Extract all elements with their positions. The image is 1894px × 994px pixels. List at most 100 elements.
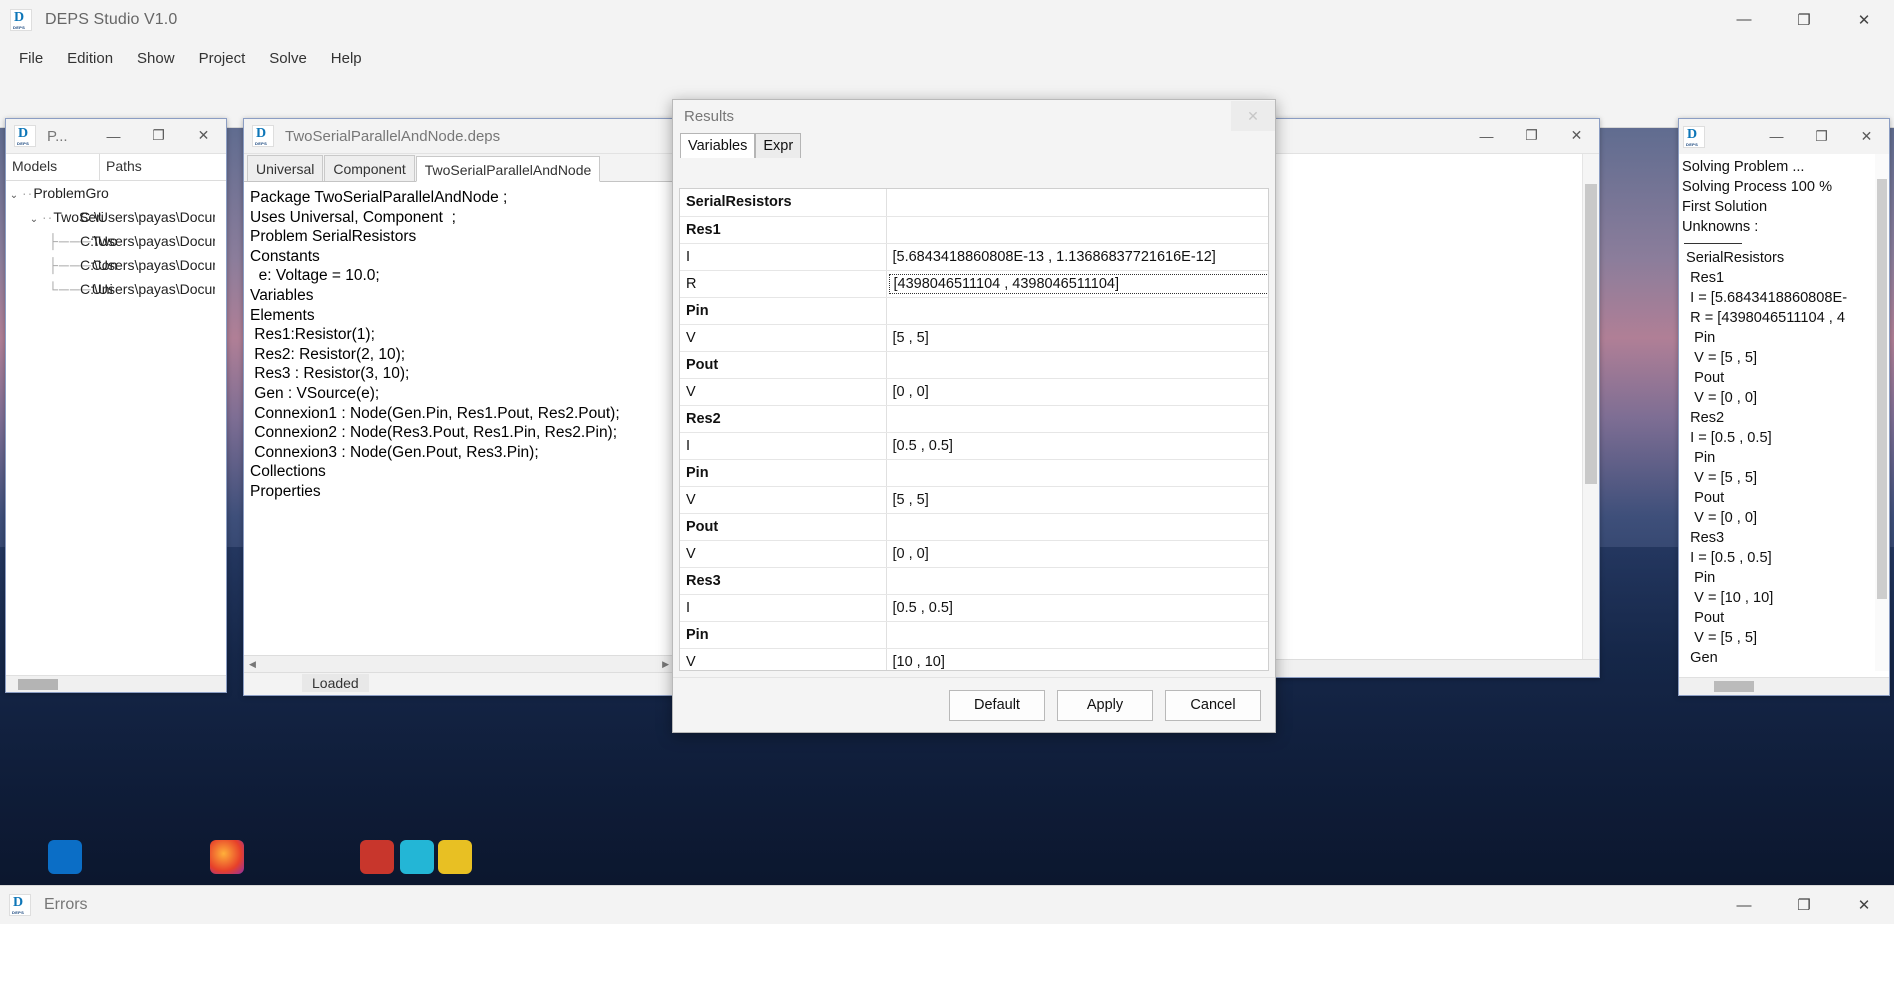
table-row[interactable]: Res3 bbox=[680, 567, 1268, 595]
minimize-icon[interactable]: — bbox=[91, 119, 136, 153]
editor-horizontal-scrollbar[interactable]: ◀ ▶ bbox=[244, 655, 674, 672]
row-value[interactable] bbox=[886, 189, 1268, 217]
errors-list[interactable] bbox=[0, 924, 1894, 994]
tree-item-two[interactable]: ├───Two C:\Users\payas\Docum bbox=[6, 229, 226, 253]
row-value[interactable] bbox=[886, 621, 1268, 649]
tab-twoserialparallelandnode[interactable]: TwoSerialParallelAndNode bbox=[415, 156, 601, 182]
tab-expr[interactable]: Expr bbox=[755, 133, 802, 158]
table-row[interactable]: V [5 , 5] 0.001 bbox=[680, 486, 1268, 514]
table-row[interactable]: Pin bbox=[680, 621, 1268, 649]
row-value[interactable] bbox=[886, 405, 1268, 433]
table-row[interactable]: I [5.6843418860808E-13 , 1.1368683772161… bbox=[680, 243, 1268, 271]
table-row[interactable]: V [0 , 0] 0.001 bbox=[680, 378, 1268, 406]
results-table-wrapper[interactable]: SerialResistors Res1 I [5.6843418860808E… bbox=[679, 188, 1269, 671]
errors-titlebar: D DEPS Errors — ❐ ✕ bbox=[0, 886, 1894, 924]
taskbar-icon-firefox[interactable] bbox=[210, 840, 244, 874]
row-value[interactable]: [5 , 5] bbox=[886, 486, 1268, 514]
row-value[interactable] bbox=[886, 216, 1268, 244]
row-value[interactable]: [0 , 0] bbox=[886, 378, 1268, 406]
minimize-icon[interactable]: — bbox=[1714, 0, 1774, 39]
close-icon[interactable]: ✕ bbox=[1231, 101, 1275, 131]
solve-result-line: Res2 bbox=[1682, 410, 1725, 426]
row-value[interactable] bbox=[886, 513, 1268, 541]
close-icon[interactable]: ✕ bbox=[1844, 119, 1889, 153]
solve-vertical-scrollbar[interactable] bbox=[1875, 154, 1889, 671]
menu-show[interactable]: Show bbox=[126, 46, 186, 71]
code-line: Res3 : Resistor(3, 10); bbox=[250, 365, 410, 383]
scrollbar-thumb[interactable] bbox=[1714, 681, 1754, 692]
table-row[interactable]: I [0.5 , 0.5] 0.001 bbox=[680, 432, 1268, 460]
tree-item-twoserial[interactable]: ⌄ ··TwoSeri C:\Users\payas\Docum bbox=[6, 205, 226, 229]
table-row[interactable]: V [0 , 0] 0.001 bbox=[680, 540, 1268, 568]
maximize-icon[interactable]: ❐ bbox=[136, 119, 181, 153]
default-button[interactable]: Default bbox=[949, 689, 1045, 721]
project-horizontal-scrollbar[interactable] bbox=[6, 675, 226, 692]
minimize-icon[interactable]: — bbox=[1714, 886, 1774, 925]
row-value[interactable]: [0.5 , 0.5] bbox=[886, 594, 1268, 622]
row-value[interactable]: [5 , 5] bbox=[886, 324, 1268, 352]
scrollbar-thumb[interactable] bbox=[1585, 184, 1597, 484]
row-value[interactable]: [0 , 0] bbox=[886, 540, 1268, 568]
tab-universal[interactable]: Universal bbox=[247, 155, 324, 181]
solve-output-text[interactable]: Solving Problem ... Solving Process 100 … bbox=[1679, 154, 1889, 671]
tree-item-uni[interactable]: └───Uni C:\Users\payas\Docum bbox=[6, 277, 226, 301]
close-icon[interactable]: ✕ bbox=[181, 119, 226, 153]
table-row[interactable]: I [0.5 , 0.5] 0.001 bbox=[680, 594, 1268, 622]
menu-help[interactable]: Help bbox=[320, 46, 373, 71]
table-row[interactable]: R [4398046511104 , 4398046511104] 0.001 bbox=[680, 270, 1268, 298]
tab-component[interactable]: Component bbox=[324, 155, 415, 181]
table-row[interactable]: Pout bbox=[680, 351, 1268, 379]
table-row[interactable]: Res2 bbox=[680, 405, 1268, 433]
menu-edition[interactable]: Edition bbox=[56, 46, 124, 71]
background-vertical-scrollbar[interactable] bbox=[1582, 154, 1599, 659]
column-header-paths[interactable]: Paths bbox=[100, 154, 148, 180]
cancel-button[interactable]: Cancel bbox=[1165, 689, 1261, 721]
scrollbar-thumb[interactable] bbox=[1877, 179, 1887, 599]
row-value[interactable]: [10 , 10] bbox=[886, 648, 1268, 670]
table-row[interactable]: SerialResistors bbox=[680, 189, 1268, 217]
table-row[interactable]: V [10 , 10] 0.001 bbox=[680, 648, 1268, 670]
scrollbar-thumb[interactable] bbox=[18, 679, 58, 690]
maximize-icon[interactable]: ❐ bbox=[1774, 0, 1834, 39]
tree-item-con[interactable]: ├───Con C:\Users\payas\Docum bbox=[6, 253, 226, 277]
close-icon[interactable]: ✕ bbox=[1834, 0, 1894, 39]
minimize-icon[interactable]: — bbox=[1464, 119, 1509, 153]
table-row[interactable]: Res1 bbox=[680, 216, 1268, 244]
table-row[interactable]: Pin bbox=[680, 297, 1268, 325]
close-icon[interactable]: ✕ bbox=[1554, 119, 1599, 153]
scroll-left-icon[interactable]: ◀ bbox=[244, 659, 261, 670]
table-row[interactable]: V [5 , 5] 0.001 bbox=[680, 324, 1268, 352]
row-value[interactable] bbox=[886, 297, 1268, 325]
maximize-icon[interactable]: ❐ bbox=[1799, 119, 1844, 153]
logo-subtext: DEPS bbox=[12, 910, 25, 915]
row-value[interactable] bbox=[886, 351, 1268, 379]
menu-project[interactable]: Project bbox=[188, 46, 257, 71]
taskbar-icon-app-teal[interactable] bbox=[400, 840, 434, 874]
solve-horizontal-scrollbar[interactable] bbox=[1679, 677, 1889, 695]
code-editor-area[interactable]: Package TwoSerialParallelAndNode ; Uses … bbox=[244, 182, 674, 650]
table-row[interactable]: Pout bbox=[680, 513, 1268, 541]
solve-result-line: Pout bbox=[1682, 490, 1725, 506]
table-row[interactable]: Pin bbox=[680, 459, 1268, 487]
row-value[interactable] bbox=[886, 459, 1268, 487]
taskbar-icon-app-yellow[interactable] bbox=[438, 840, 472, 874]
focused-cell-editor[interactable]: [4398046511104 , 4398046511104] bbox=[888, 273, 1268, 294]
apply-button[interactable]: Apply bbox=[1057, 689, 1153, 721]
menu-solve[interactable]: Solve bbox=[258, 46, 318, 71]
project-window-controls: — ❐ ✕ bbox=[91, 119, 226, 154]
column-header-models[interactable]: Models bbox=[6, 154, 100, 180]
row-value[interactable] bbox=[886, 567, 1268, 595]
row-value[interactable]: [5.6843418860808E-13 , 1.13686837721616E… bbox=[886, 243, 1268, 271]
row-name: V bbox=[680, 540, 887, 568]
taskbar-icon-dropbox[interactable] bbox=[48, 840, 82, 874]
tab-variables[interactable]: Variables bbox=[680, 133, 756, 158]
taskbar-icon-app-red[interactable] bbox=[360, 840, 394, 874]
maximize-icon[interactable]: ❐ bbox=[1774, 886, 1834, 925]
maximize-icon[interactable]: ❐ bbox=[1509, 119, 1554, 153]
row-value-focused[interactable]: [4398046511104 , 4398046511104] bbox=[886, 270, 1268, 298]
menu-file[interactable]: File bbox=[8, 46, 54, 71]
minimize-icon[interactable]: — bbox=[1754, 119, 1799, 153]
tree-item-problemgroup[interactable]: ⌄ ··ProblemGro bbox=[6, 181, 226, 205]
row-value[interactable]: [0.5 , 0.5] bbox=[886, 432, 1268, 460]
close-icon[interactable]: ✕ bbox=[1834, 886, 1894, 925]
